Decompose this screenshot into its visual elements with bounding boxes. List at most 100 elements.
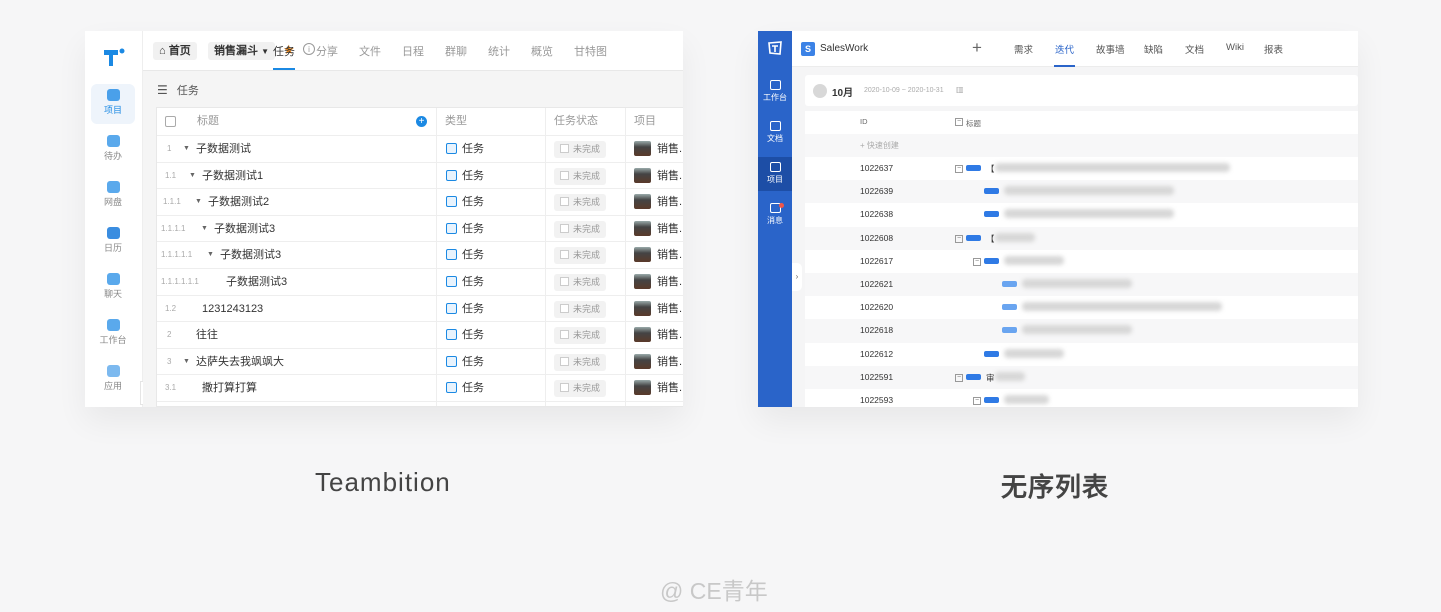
status-badge[interactable]: 未完成 (554, 194, 607, 212)
sidebar-item[interactable]: 聊天 (91, 268, 135, 308)
tab[interactable]: 需求 (1014, 42, 1033, 56)
project-selector[interactable]: 销售漏斗 ▼ (208, 42, 275, 60)
list-item[interactable]: 1022618 (805, 319, 1358, 343)
add-icon[interactable]: + (972, 38, 982, 58)
collapse-icon[interactable]: − (955, 165, 963, 173)
collapse-all-icon[interactable]: − (955, 118, 963, 126)
tab[interactable]: 报表 (1264, 42, 1283, 56)
collapse-icon[interactable]: − (973, 397, 981, 405)
expand-caret-icon[interactable]: ▼ (189, 163, 196, 189)
task-title[interactable]: 子数据测试2 (208, 189, 269, 215)
list-item[interactable]: 1022593 − (805, 389, 1358, 407)
iteration-header[interactable]: 10月 2020-10-09 ~ 2020-10-31 ▥ (805, 75, 1358, 106)
sidebar-item[interactable]: 工作台 (758, 75, 792, 109)
task-title[interactable]: 达萨失去我飒飒大 (196, 349, 284, 375)
task-title[interactable]: 子数据测试3 (214, 216, 275, 242)
home-button[interactable]: ⌂ 首页 (153, 42, 197, 60)
table-row[interactable]: 1.1.1.1 ▼ 子数据测试3 任务 未完成 销售.. (157, 216, 683, 243)
list-item[interactable]: 1022637− 【 (805, 157, 1358, 181)
teambition-window: 项目 待办 网盘 日历 聊天 工作台 应用 ❯ ⌂ 首页 销售漏斗 ▼ ★ i … (85, 31, 683, 407)
sidebar-item[interactable]: 应用 (91, 360, 135, 400)
tab[interactable]: 甘特图 (574, 43, 607, 59)
task-title[interactable]: 撒打算打算 (202, 375, 257, 401)
expand-caret-icon[interactable]: ▼ (207, 242, 214, 268)
list-item[interactable]: 1022638 (805, 203, 1358, 227)
tab[interactable]: 迭代 (1053, 42, 1076, 67)
task-title[interactable]: 子数据测试1 (202, 163, 263, 189)
tab[interactable]: 故事墙 (1096, 42, 1125, 56)
list-item[interactable]: 1022617 − (805, 249, 1358, 273)
sidebar-item[interactable]: 项目 (91, 84, 135, 124)
table-row[interactable]: 1.1 ▼ 子数据测试1 任务 未完成 销售.. (157, 163, 683, 190)
table-row[interactable]: 3 ▼ 达萨失去我飒飒大 任务 未完成 销售.. (157, 349, 683, 376)
task-title[interactable]: 子数据测试 (196, 136, 251, 162)
table-row[interactable]: 3.1 撒打算打算 任务 未完成 销售.. (157, 375, 683, 402)
status-badge[interactable]: 未完成 (554, 274, 607, 291)
menu-icon[interactable]: ☰ (157, 83, 168, 97)
expand-caret-icon[interactable]: ▼ (195, 189, 202, 215)
add-column-icon[interactable]: + (416, 116, 427, 127)
calendar-icon[interactable]: ▥ (956, 85, 964, 94)
tab[interactable]: 文件 (359, 43, 381, 59)
list-item[interactable]: 1022639 (805, 180, 1358, 204)
tab[interactable]: 群聊 (445, 43, 467, 59)
expand-caret-icon[interactable]: ▼ (201, 216, 208, 242)
column-header-status[interactable]: 任务状态 (554, 108, 598, 135)
blurred-title (995, 163, 1230, 172)
quick-create-row[interactable]: + 快速创建 (805, 134, 1358, 158)
table-row[interactable]: 1.2 1231243123 任务 未完成 销售.. (157, 296, 683, 323)
tab[interactable]: 概览 (531, 43, 553, 59)
status-badge[interactable]: 未完成 (554, 353, 607, 371)
select-all-checkbox[interactable] (165, 116, 176, 127)
sidebar-item[interactable]: 消息 (758, 198, 792, 232)
status-badge[interactable]: 未完成 (554, 380, 607, 398)
list-item[interactable]: 1022608− 【 (805, 226, 1358, 250)
status-badge[interactable]: 未完成 (554, 167, 607, 185)
tab[interactable]: 统计 (488, 43, 510, 59)
expand-caret-icon[interactable]: ▼ (183, 136, 190, 162)
tab[interactable]: 缺陷 (1144, 42, 1163, 56)
task-title[interactable]: 子数据测试3 (220, 242, 281, 268)
tab[interactable]: 日程 (402, 43, 424, 59)
table-row[interactable]: 1 ▼ 子数据测试 任务 未完成 销售.. (157, 136, 683, 163)
task-title[interactable]: 1231243123 (202, 296, 263, 322)
expand-caret-icon[interactable]: ▼ (183, 349, 190, 375)
status-badge[interactable]: 未完成 (554, 327, 607, 345)
table-row[interactable]: 1.1.1.1.1 ▼ 子数据测试3 任务 未完成 销售.. (157, 242, 683, 269)
table-row[interactable]: 1.1.1 ▼ 子数据测试2 任务 未完成 销售.. (157, 189, 683, 216)
collapse-icon[interactable]: − (955, 234, 963, 243)
sidebar-item[interactable]: 待办 (91, 130, 135, 170)
sidebar-item[interactable]: 项目 (758, 157, 792, 191)
app-name[interactable]: SalesWork (820, 43, 868, 54)
task-title[interactable]: 子数据测试3 (226, 269, 287, 295)
list-item[interactable]: 1022591− 审 (805, 365, 1358, 389)
table-row[interactable]: 2 往往 任务 未完成 销售.. (157, 322, 683, 349)
task-type-icon (446, 382, 457, 394)
sidebar-item[interactable]: 文档 (758, 116, 792, 150)
list-item[interactable]: 1022620 (805, 296, 1358, 320)
cube-icon (106, 89, 120, 101)
sidebar-item[interactable]: 网盘 (91, 176, 135, 216)
info-icon[interactable]: i (303, 43, 315, 55)
list-item[interactable]: 1022621 (805, 273, 1358, 297)
tab[interactable]: 任务 (273, 43, 295, 70)
sidebar-item[interactable]: 日历 (91, 222, 135, 262)
blurred-title (1004, 186, 1174, 196)
column-header-title[interactable]: 标题 (197, 108, 219, 135)
column-header-type[interactable]: 类型 (445, 108, 467, 135)
collapse-icon[interactable]: − (973, 257, 981, 266)
status-badge[interactable]: 未完成 (554, 141, 607, 158)
tab[interactable]: 文档 (1185, 42, 1204, 56)
tab[interactable]: 分享 (316, 43, 338, 59)
sidebar-expand-button[interactable]: › (792, 263, 802, 291)
status-badge[interactable]: 未完成 (554, 300, 607, 318)
table-row[interactable]: 1.1.1.1.1.1 子数据测试3 任务 未完成 销售.. (157, 269, 683, 296)
list-item[interactable]: 1022612 (805, 342, 1358, 366)
sidebar-item[interactable]: 工作台 (91, 314, 135, 354)
tab[interactable]: Wiki (1226, 42, 1244, 53)
status-badge[interactable]: 未完成 (554, 220, 607, 238)
status-badge[interactable]: 未完成 (554, 247, 607, 265)
column-header-project[interactable]: 项目 (634, 108, 656, 135)
task-title[interactable]: 往往 (196, 322, 218, 348)
collapse-icon[interactable]: − (955, 373, 963, 382)
